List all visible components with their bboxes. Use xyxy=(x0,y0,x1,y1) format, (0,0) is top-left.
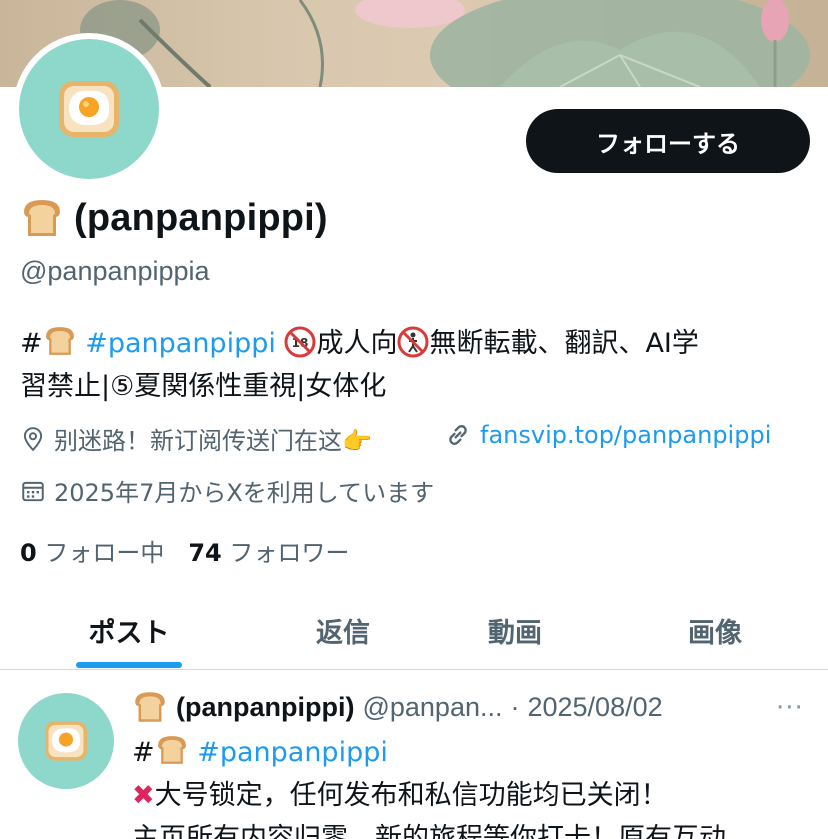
egg-toast-icon xyxy=(59,81,119,137)
tab-videos[interactable]: 動画 xyxy=(430,590,600,670)
followers-count: 74 xyxy=(188,539,222,567)
avatar-background xyxy=(19,39,159,179)
display-name: (panpanpippi) xyxy=(20,196,328,240)
following-label: フォロー中 xyxy=(44,539,165,567)
tab-images[interactable]: 画像 xyxy=(630,590,800,670)
follow-counts: 0 フォロー中 74 フォロワー xyxy=(20,533,349,568)
profile-bio: # #panpanpippi 18成人向無断転載、翻訳、AI学 習禁止|⑤夏関係… xyxy=(20,322,810,408)
post-header: (panpanpippi) @panpan... · 2025/08/02 xyxy=(132,689,663,725)
bread-icon xyxy=(157,736,186,764)
profile-avatar[interactable] xyxy=(13,33,165,185)
post-date[interactable]: 2025/08/02 xyxy=(527,692,662,723)
post-line-2: 大号锁定，任何发布和私信功能均已关闭！ xyxy=(154,780,668,811)
bio-text-1: 成人向 xyxy=(316,328,398,359)
post-avatar[interactable] xyxy=(18,693,114,789)
profile-website[interactable]: fansvip.top/panpanpippi xyxy=(444,421,771,449)
post-hash: # xyxy=(132,737,155,768)
tab-posts[interactable]: ポスト xyxy=(44,590,214,670)
active-tab-indicator xyxy=(76,662,182,668)
no-pedestrians-icon xyxy=(397,326,429,358)
profile-tabs: ポスト 返信 動画 画像 xyxy=(0,590,828,670)
followers-label: フォロワー xyxy=(229,539,350,567)
profile-location: 别迷路！新订阅传送门在这👉 xyxy=(20,421,372,456)
post-item[interactable]: (panpanpippi) @panpan... · 2025/08/02 ··… xyxy=(0,671,828,839)
follow-button[interactable]: フォローする xyxy=(526,109,810,173)
post-hashtag-link[interactable]: #panpanpippi xyxy=(197,737,388,768)
bio-hash: # xyxy=(20,328,43,359)
bread-icon xyxy=(135,692,165,722)
following-count: 0 xyxy=(20,539,37,567)
link-icon xyxy=(449,425,467,445)
following-link[interactable]: 0 フォロー中 xyxy=(20,533,164,568)
profile-joined: 2025年7月からXを利用しています xyxy=(20,473,434,508)
bio-hashtag-link[interactable]: #panpanpippi xyxy=(85,328,276,359)
joined-text: 2025年7月からXを利用しています xyxy=(54,479,435,507)
tab-replies[interactable]: 返信 xyxy=(258,590,428,670)
cross-mark-icon: ✖ xyxy=(132,780,155,811)
more-options-icon[interactable]: ··· xyxy=(776,693,804,723)
calendar-icon xyxy=(22,481,44,501)
bio-text-3: 習禁止|⑤夏関係性重視|女体化 xyxy=(20,371,387,402)
profile-handle: @panpanpippia xyxy=(20,256,210,286)
bread-icon xyxy=(24,200,60,236)
post-separator: · xyxy=(510,691,520,722)
followers-link[interactable]: 74 フォロワー xyxy=(188,533,349,568)
post-text: # #panpanpippi ✖大号锁定，任何发布和私信功能均已关闭！ 主页所有… xyxy=(132,731,812,839)
post-author-name[interactable]: (panpanpippi) xyxy=(176,692,354,723)
post-author-handle[interactable]: @panpan... xyxy=(362,692,502,723)
no-under-18-icon: 18 xyxy=(284,326,316,358)
bread-icon xyxy=(45,327,74,355)
website-link[interactable]: fansvip.top/panpanpippi xyxy=(480,421,771,449)
post-line-3: 主页所有内容归零，新的旅程等你打卡！原有互动 xyxy=(132,823,726,839)
egg-toast-icon xyxy=(45,721,87,761)
location-pin-icon xyxy=(23,426,43,451)
display-name-text: (panpanpippi) xyxy=(74,196,328,239)
bio-text-2: 無断転載、翻訳、AI学 xyxy=(429,328,699,359)
location-text: 别迷路！新订阅传送门在这👉 xyxy=(54,427,372,455)
